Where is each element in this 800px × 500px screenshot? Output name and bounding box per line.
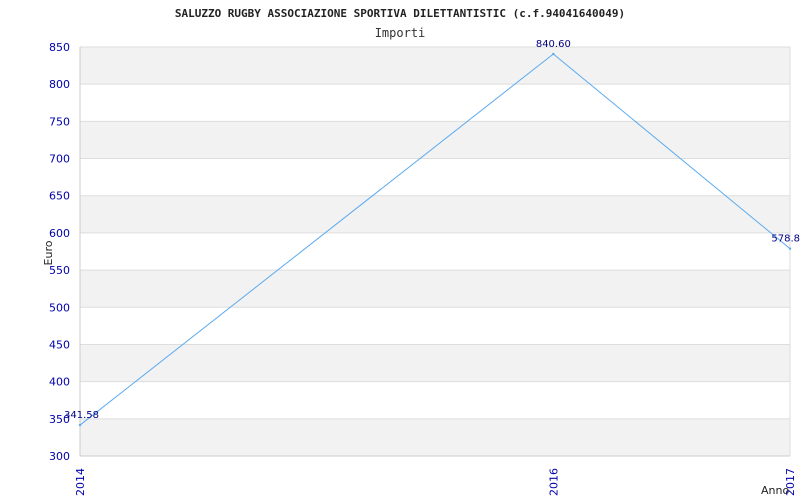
y-tick-label: 400 — [49, 376, 70, 389]
chart-title: SALUZZO RUGBY ASSOCIAZIONE SPORTIVA DILE… — [175, 7, 625, 20]
y-tick-label: 300 — [49, 450, 70, 463]
data-label: 341.58 — [64, 410, 99, 421]
data-point — [788, 247, 792, 250]
data-label: 578.8 — [771, 234, 800, 245]
chart-subtitle: Importi — [375, 26, 426, 40]
grid-band — [80, 418, 790, 456]
chart: 300 350 400 450 500 550 600 650 700 750 800 850 201… — [0, 0, 800, 500]
grid-band — [80, 47, 790, 85]
y-tick-label: 500 — [49, 301, 70, 314]
axes — [79, 47, 791, 457]
background-bands — [80, 47, 790, 456]
grid-lines — [80, 46, 790, 457]
y-tick-label: 600 — [49, 227, 70, 240]
grid-band — [80, 195, 790, 233]
data-label: 840.60 — [536, 39, 571, 50]
data-point — [552, 52, 555, 56]
grid-band — [80, 121, 790, 159]
y-tick-label: 800 — [49, 78, 70, 91]
data-point — [78, 423, 82, 427]
grid-band — [80, 270, 790, 308]
y-tick-label: 850 — [49, 41, 70, 54]
x-tick-label: 2014 — [74, 468, 87, 496]
x-tick-labels: 2014 2016 2017 — [74, 468, 797, 496]
y-axis-label: Euro — [42, 240, 55, 265]
x-axis-label: Anno — [761, 484, 789, 497]
grid-band — [80, 344, 790, 382]
line-chart-svg: 300350400450500550600650700750800850 201… — [42, 7, 800, 497]
y-tick-label: 700 — [49, 153, 70, 166]
y-tick-label: 650 — [49, 190, 70, 203]
y-tick-label: 750 — [49, 115, 70, 128]
y-tick-label: 450 — [49, 338, 70, 351]
x-tick-label: 2016 — [547, 468, 560, 496]
